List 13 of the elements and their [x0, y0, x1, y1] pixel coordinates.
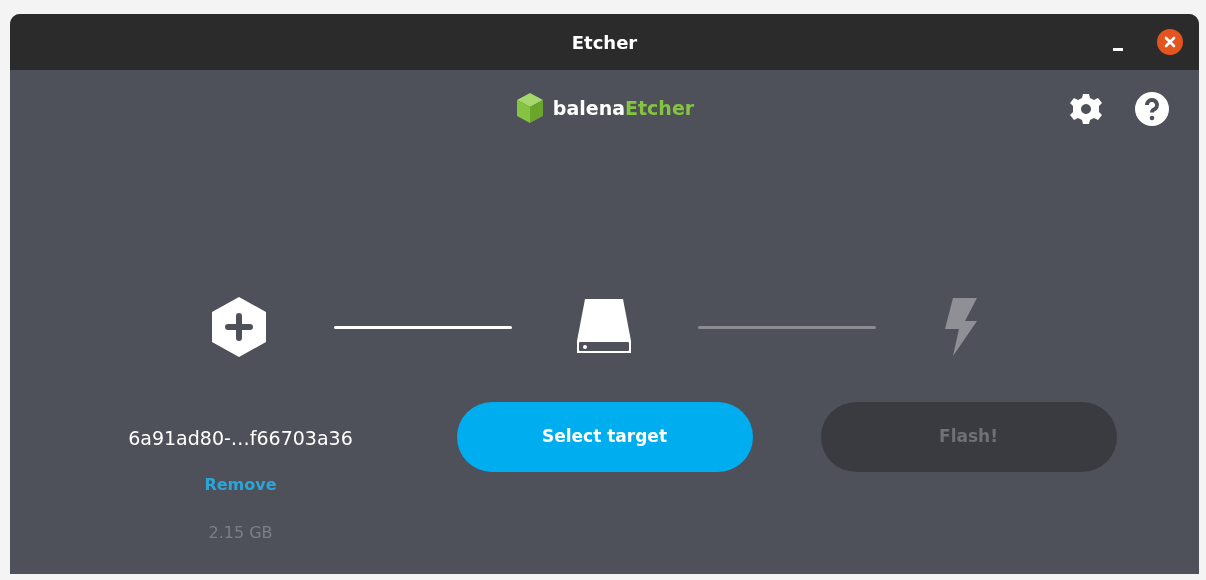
window-title: Etcher	[571, 30, 638, 55]
logo-text: balena	[552, 96, 626, 119]
add-image-icon[interactable]	[210, 296, 267, 358]
cube-icon	[514, 92, 545, 124]
settings-icon[interactable]	[1069, 92, 1103, 126]
close-button[interactable]	[1157, 29, 1183, 55]
help-icon[interactable]	[1135, 92, 1169, 126]
logo-text: Etcher	[625, 96, 695, 119]
image-filename: 6a91ad80-…f66703a36	[128, 426, 353, 451]
minimize-icon	[1113, 48, 1123, 51]
select-target-button[interactable]: Select target	[456, 402, 753, 472]
remove-link[interactable]: Remove	[204, 472, 277, 497]
close-icon	[1164, 36, 1176, 48]
